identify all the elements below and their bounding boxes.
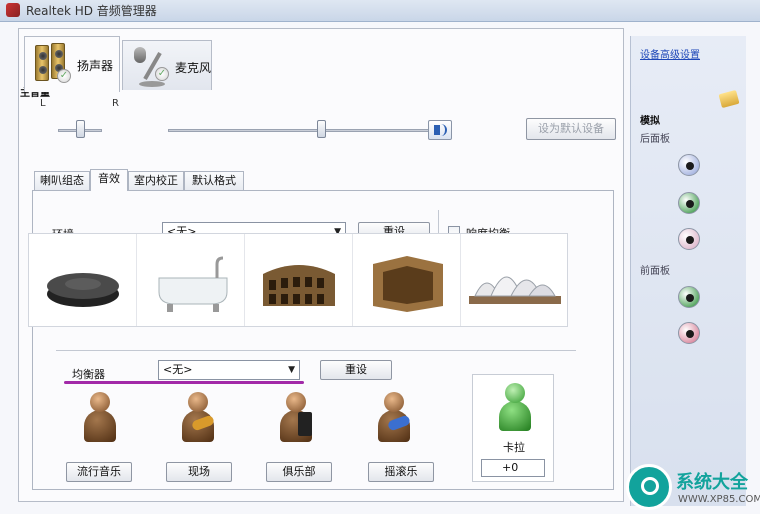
balance-left-label: L <box>40 98 46 109</box>
equalizer-label: 均衡器 <box>72 368 105 381</box>
watermark-brand: 系统大全 <box>676 472 748 493</box>
pop-singer-icon[interactable] <box>76 392 126 446</box>
eq-preset-rock-button[interactable]: 摇滚乐 <box>368 462 434 482</box>
tab-speaker-label: 扬声器 <box>77 59 114 73</box>
front-jack-green[interactable] <box>678 286 700 308</box>
environment-presets <box>28 233 568 327</box>
window-title: Realtek HD 音频管理器 <box>26 4 157 18</box>
karaoke-value-field[interactable]: +0 <box>481 459 545 477</box>
environment-preset-bathroom[interactable] <box>137 234 245 326</box>
tab-default-format[interactable]: 默认格式 <box>184 171 244 191</box>
rock-guitarist-icon[interactable] <box>370 392 420 446</box>
tab-microphone-label: 麦克风 <box>175 61 212 75</box>
balance-slider-thumb[interactable] <box>76 120 85 138</box>
bathtub-icon <box>158 256 228 312</box>
tab-sound-effects[interactable]: 音效 <box>90 169 128 191</box>
equalizer-select-value: <无> <box>163 363 193 376</box>
opera-house-icon <box>469 276 561 304</box>
back-jack-green[interactable] <box>678 192 700 214</box>
section-divider <box>56 350 576 351</box>
logo-icon <box>626 464 672 510</box>
speaker-volume-icon <box>434 125 440 135</box>
watermark-logo: 系统大全 WWW.XP85.COM <box>626 462 760 514</box>
stone-room-icon <box>373 256 443 312</box>
tab-speaker[interactable]: ✓ 扬声器 <box>24 36 120 92</box>
equalizer-highlight-line <box>64 381 304 384</box>
tab-microphone[interactable]: ✓ 麦克风 <box>122 40 212 90</box>
karaoke-singer-icon <box>495 383 535 433</box>
karaoke-label: 卡拉 <box>503 441 525 454</box>
watermark-url: WWW.XP85.COM <box>678 494 760 505</box>
balance-right-label: R <box>112 98 119 109</box>
equalizer-reset-button[interactable]: 重设 <box>320 360 392 380</box>
master-volume-slider-track[interactable] <box>168 129 432 132</box>
equalizer-select[interactable]: <无> ▼ <box>158 360 300 380</box>
microphone-icon: ✓ <box>131 45 171 89</box>
environment-preset-disc[interactable] <box>29 234 137 326</box>
eq-preset-live-button[interactable]: 现场 <box>166 462 232 482</box>
speaker-icon: ✓ <box>35 43 71 83</box>
set-default-device-button[interactable]: 设为默认设备 <box>526 118 616 140</box>
environment-preset-colosseum[interactable] <box>245 234 353 326</box>
karaoke-panel: 卡拉 +0 <box>472 374 554 482</box>
eq-preset-club-button[interactable]: 俱乐部 <box>266 462 332 482</box>
front-jack-pink[interactable] <box>678 322 700 344</box>
eq-preset-pop-button[interactable]: 流行音乐 <box>66 462 132 482</box>
mute-button[interactable] <box>428 120 452 140</box>
analog-label: 模拟 <box>640 116 660 127</box>
environment-preset-opera-house[interactable] <box>461 234 569 326</box>
chevron-down-icon: ▼ <box>288 365 295 375</box>
back-panel-label: 后面板 <box>640 134 670 145</box>
tab-room-correction[interactable]: 室内校正 <box>128 171 184 191</box>
guitarist-icon[interactable] <box>174 392 224 446</box>
tab-speaker-config[interactable]: 喇叭组态 <box>34 171 90 191</box>
colosseum-icon <box>263 265 335 306</box>
environment-preset-stone-room[interactable] <box>353 234 461 326</box>
pianist-icon[interactable] <box>272 392 322 446</box>
back-jack-blue[interactable] <box>678 154 700 176</box>
karaoke-value: +0 <box>502 461 519 474</box>
master-volume-slider-thumb[interactable] <box>317 120 327 138</box>
title-bar: Realtek HD 音频管理器 <box>0 0 760 22</box>
back-jack-pink[interactable] <box>678 228 700 250</box>
device-advanced-settings-link[interactable]: 设备高级设置 <box>640 46 700 61</box>
app-icon <box>6 3 20 17</box>
disc-icon <box>47 273 119 307</box>
front-panel-label: 前面板 <box>640 266 670 277</box>
